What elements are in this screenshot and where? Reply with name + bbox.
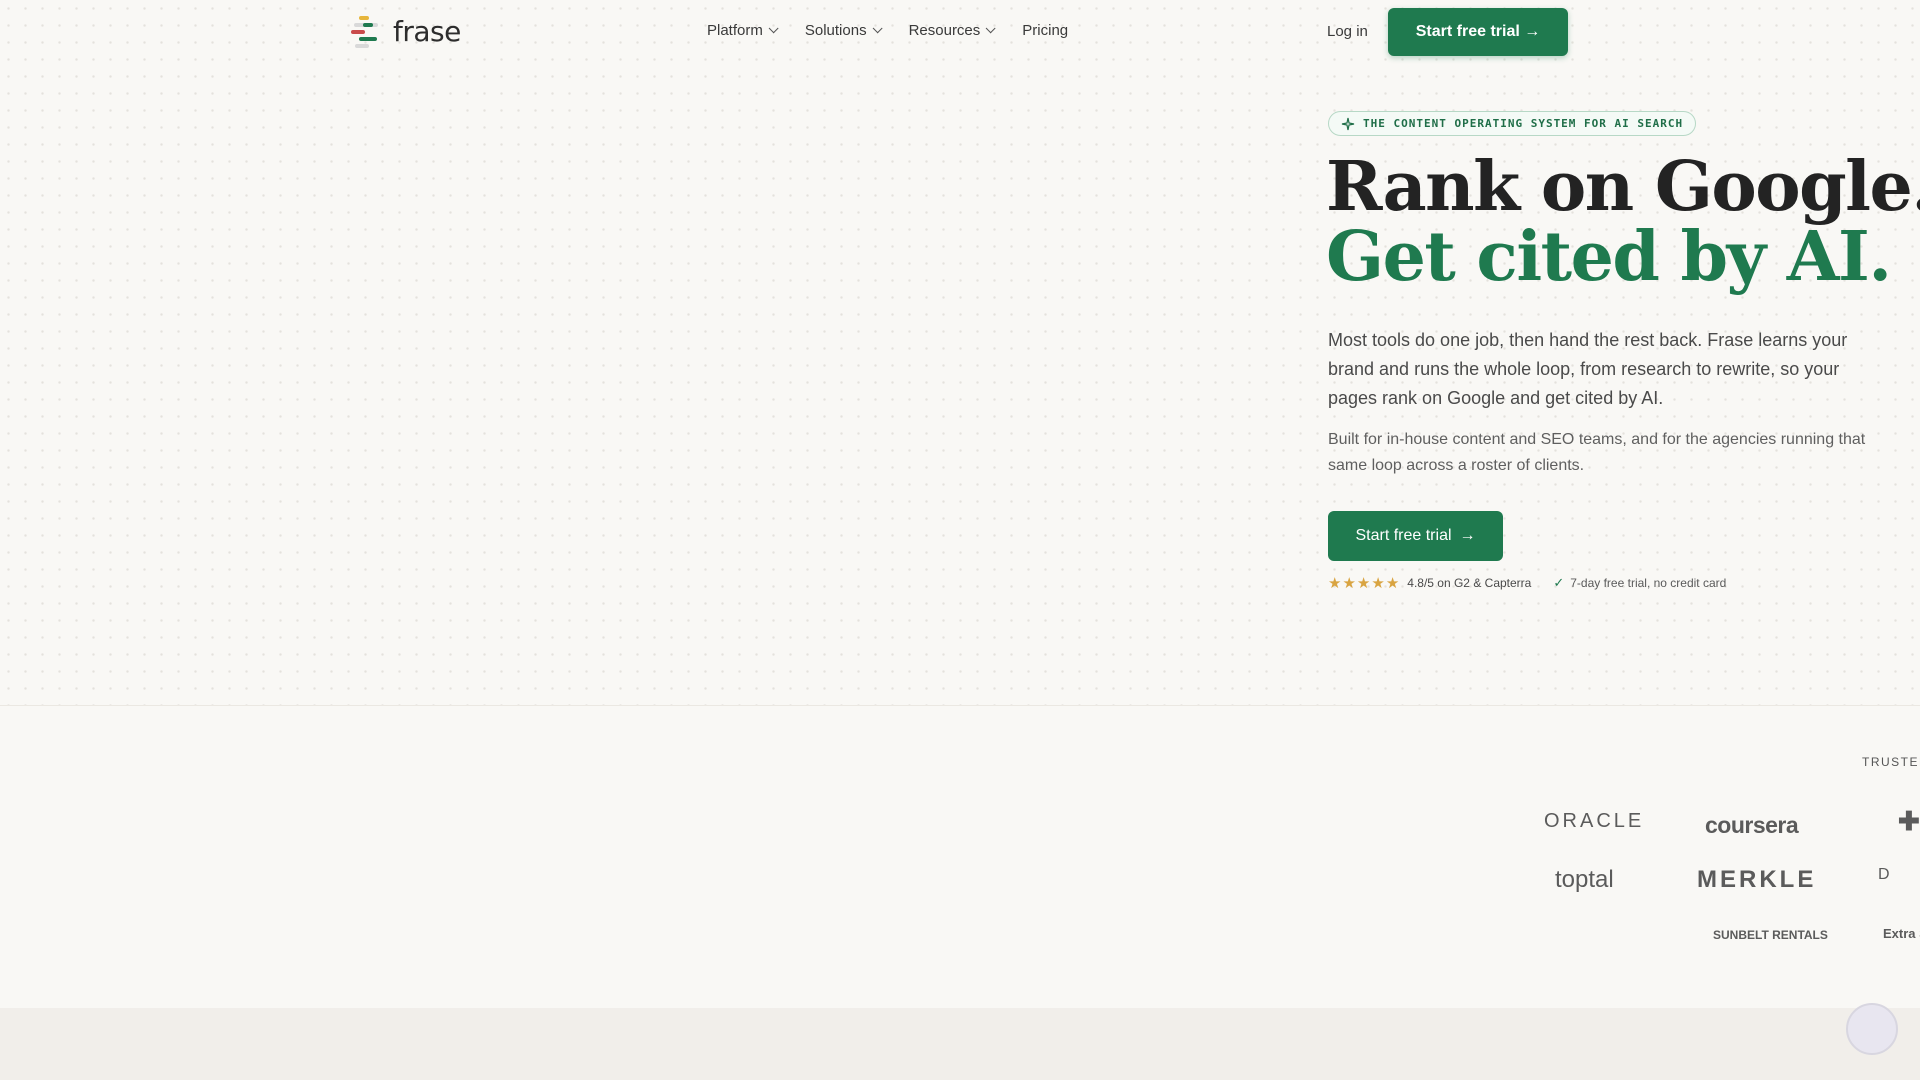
star-rating: ★ ★ ★ ★ ★ xyxy=(1328,576,1399,591)
hero-badge-text: THE CONTENT OPERATING SYSTEM FOR AI SEAR… xyxy=(1363,117,1684,130)
logo-coursera: coursera xyxy=(1705,812,1799,838)
hero-badge: THE CONTENT OPERATING SYSTEM FOR AI SEAR… xyxy=(1328,111,1697,136)
trusted-label: TRUSTED xyxy=(1862,755,1920,769)
brand-logo[interactable]: frase xyxy=(351,14,461,48)
nav-resources[interactable]: Resources xyxy=(908,22,996,39)
nav-platform-label: Platform xyxy=(707,22,763,39)
logo-under-armour: ✚ xyxy=(1898,806,1920,837)
hero-lead: Most tools do one job, then hand the res… xyxy=(1328,330,1848,408)
logo-sunbelt: SUNBELT RENTALS xyxy=(1713,928,1828,942)
trial-note: 7-day free trial, no credit card xyxy=(1570,576,1727,590)
logo-toptal: toptal xyxy=(1555,866,1614,893)
star-icon: ★ xyxy=(1385,574,1400,592)
nav-start-trial-button[interactable]: Start free trial → xyxy=(1388,8,1568,56)
nav-platform[interactable]: Platform xyxy=(707,22,779,39)
next-section xyxy=(0,1008,1920,1080)
arrow-right-icon: → xyxy=(1459,527,1476,544)
star-icon: ★ xyxy=(1328,574,1342,592)
hero-title-line1: Rank on Google. xyxy=(1326,147,1920,227)
nav-solutions-label: Solutions xyxy=(804,22,867,39)
nav-links: Platform Solutions Resources Pricing xyxy=(707,22,1098,39)
hero-subtext: Built for in-house content and SEO teams… xyxy=(1328,431,1866,474)
nav-pricing[interactable]: Pricing xyxy=(1022,22,1068,39)
star-icon: ★ xyxy=(1371,574,1385,592)
nav-pricing-label: Pricing xyxy=(1022,22,1069,39)
frase-logo-icon xyxy=(351,14,387,48)
hero-cta-label: Start free trial xyxy=(1355,527,1452,544)
brand-name: frase xyxy=(393,14,461,48)
sparkle-icon xyxy=(1341,117,1355,131)
section-divider xyxy=(0,705,1920,706)
hero-title: Rank on Google. Get cited by AI. xyxy=(1326,152,1920,292)
star-icon: ★ xyxy=(1356,574,1371,592)
chevron-down-icon xyxy=(768,23,779,34)
hero-title-line2: Get cited by AI. xyxy=(1326,217,1892,297)
top-nav: frase Platform Solutions Resources Prici… xyxy=(0,0,1920,64)
chevron-down-icon xyxy=(872,23,883,34)
chat-bot-icon[interactable] xyxy=(1846,1003,1898,1055)
nav-resources-label: Resources xyxy=(908,22,981,39)
logo-oracle: ORACLE xyxy=(1544,810,1645,832)
under-armour-icon: ✚ xyxy=(1898,806,1920,836)
hero-start-trial-button[interactable]: Start free trial → xyxy=(1328,511,1503,561)
rating-row: ★ ★ ★ ★ ★ 4.8/5 on G2 & Capterra ✓ 7-day… xyxy=(1328,575,1726,591)
nav-solutions[interactable]: Solutions xyxy=(804,22,883,39)
star-icon: ★ xyxy=(1342,574,1356,592)
logo-extra-space: Extra Space Storage xyxy=(1883,926,1920,941)
chevron-down-icon xyxy=(985,23,996,34)
logo-partial-d: D xyxy=(1878,866,1890,883)
login-link[interactable]: Log in xyxy=(1327,23,1368,40)
check-icon: ✓ xyxy=(1553,575,1565,590)
rating-text: 4.8/5 on G2 & Capterra xyxy=(1407,576,1532,590)
logo-merkle: MERKLE xyxy=(1697,866,1817,893)
